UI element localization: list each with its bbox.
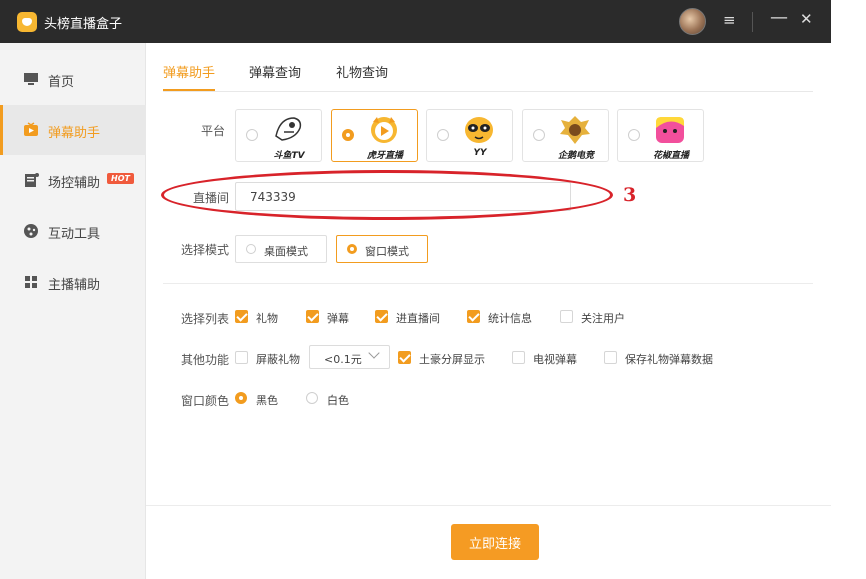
sidebar-item-field-control[interactable]: 场控辅助 HOT — [0, 155, 146, 205]
danmaku-checkbox[interactable] — [306, 310, 319, 323]
block-gift-label: 屏蔽礼物 — [256, 353, 300, 366]
platform-radio[interactable] — [437, 129, 449, 141]
platform-option-yy[interactable]: YY — [426, 109, 513, 162]
title-bar: 头榜直播盒子 ≡ — ✕ — [0, 0, 831, 43]
app-logo-icon — [17, 12, 37, 32]
app-title: 头榜直播盒子 — [44, 17, 123, 32]
mode-option-label: 窗口模式 — [365, 245, 409, 258]
minimize-icon[interactable]: — — [770, 7, 788, 28]
save-gift-data-checkbox[interactable] — [604, 351, 617, 364]
follow-user-option-label: 关注用户 — [581, 312, 625, 325]
list-select-label: 选择列表 — [181, 312, 230, 326]
sidebar-item-label: 弹幕助手 — [48, 126, 101, 141]
follow-user-checkbox[interactable] — [560, 310, 573, 323]
tab-danmaku-assistant[interactable]: 弹幕助手 — [163, 62, 216, 91]
mode-label: 选择模式 — [181, 243, 230, 257]
huajiao-logo-icon — [656, 117, 684, 143]
sidebar-item-home[interactable]: 首页 — [0, 54, 146, 104]
color-white-radio[interactable] — [306, 392, 318, 404]
menu-icon[interactable]: ≡ — [723, 11, 736, 29]
enter-room-option-label: 进直播间 — [396, 312, 440, 325]
platform-option-douyu[interactable]: 斗鱼TV — [235, 109, 322, 162]
chevron-down-icon — [368, 347, 380, 359]
sidebar-item-label: 互动工具 — [48, 227, 101, 242]
document-icon — [25, 173, 39, 187]
tv-danmaku-checkbox[interactable] — [512, 351, 525, 364]
statistics-checkbox[interactable] — [467, 310, 480, 323]
tab-danmaku-query[interactable]: 弹幕查询 — [249, 62, 301, 91]
tv-danmaku-label: 电视弹幕 — [533, 353, 577, 366]
platform-radio[interactable] — [628, 129, 640, 141]
tab-bar: 弹幕助手 弹幕查询 礼物查询 — [163, 43, 813, 92]
user-avatar[interactable] — [679, 8, 706, 35]
titlebar-divider — [752, 12, 753, 32]
monitor-icon — [24, 73, 38, 85]
annotation-ellipse — [161, 170, 613, 220]
mode-option-desktop[interactable]: 桌面模式 — [235, 235, 327, 263]
tv-play-icon — [24, 122, 38, 136]
sidebar-item-streamer-assist[interactable]: 主播辅助 — [0, 257, 146, 307]
split-screen-label: 土豪分屏显示 — [419, 353, 485, 366]
mode-option-window[interactable]: 窗口模式 — [336, 235, 428, 263]
yy-logo-icon — [465, 117, 493, 143]
platform-name: 花椒直播 — [652, 151, 689, 161]
gift-checkbox[interactable] — [235, 310, 248, 323]
platform-option-penguin[interactable]: 企鹅电竞 — [522, 109, 609, 162]
hot-badge: HOT — [107, 173, 134, 184]
platform-option-huya[interactable]: 虎牙直播 — [331, 109, 418, 162]
platform-option-huajiao[interactable]: 花椒直播 — [617, 109, 704, 162]
platform-name: 斗鱼TV — [273, 151, 305, 161]
color-black-label: 黑色 — [256, 394, 278, 407]
grid-icon — [25, 276, 37, 288]
platform-radio[interactable] — [342, 129, 354, 141]
mode-radio[interactable] — [347, 244, 357, 254]
enter-room-checkbox[interactable] — [375, 310, 388, 323]
section-divider — [163, 283, 813, 284]
platform-label: 平台 — [201, 124, 226, 138]
danmaku-option-label: 弹幕 — [327, 312, 349, 325]
close-icon[interactable]: ✕ — [800, 10, 813, 28]
huya-logo-icon — [371, 117, 397, 143]
block-gift-checkbox[interactable] — [235, 351, 248, 364]
statistics-option-label: 统计信息 — [488, 312, 532, 325]
gift-option-label: 礼物 — [256, 312, 278, 325]
sidebar: 首页 弹幕助手 场控辅助 HOT 互动工具 主播辅助 — [0, 43, 146, 579]
mode-option-label: 桌面模式 — [264, 245, 308, 258]
gift-threshold-select[interactable]: <0.1元 — [309, 345, 390, 369]
save-gift-data-label: 保存礼物弹幕数据 — [625, 353, 713, 366]
sidebar-item-interactive-tools[interactable]: 互动工具 — [0, 206, 146, 256]
mode-radio[interactable] — [246, 244, 256, 254]
platform-radio[interactable] — [246, 129, 258, 141]
split-screen-checkbox[interactable] — [398, 351, 411, 364]
window-color-label: 窗口颜色 — [181, 394, 230, 408]
platform-name: YY — [473, 148, 487, 158]
color-white-label: 白色 — [327, 394, 349, 407]
footer-divider — [146, 505, 831, 506]
color-black-radio[interactable] — [235, 392, 247, 404]
app-window: 头榜直播盒子 ≡ — ✕ 首页 弹幕助手 场控辅助 HOT 互动工具 主播辅助 — [0, 0, 831, 579]
platform-radio[interactable] — [533, 129, 545, 141]
annotation-number: 3 — [623, 184, 637, 206]
platform-name: 虎牙直播 — [366, 151, 403, 161]
sidebar-item-label: 场控辅助 — [48, 176, 101, 191]
shark-logo-icon — [275, 117, 302, 141]
palette-icon — [24, 224, 38, 238]
connect-button[interactable]: 立即连接 — [451, 524, 539, 560]
sidebar-item-danmaku-assistant[interactable]: 弹幕助手 — [0, 105, 146, 155]
platform-name: 企鹅电竞 — [557, 151, 594, 161]
threshold-value: <0.1元 — [324, 353, 362, 366]
penguin-logo-icon — [560, 116, 590, 144]
tab-gift-query[interactable]: 礼物查询 — [336, 62, 388, 91]
sidebar-item-label: 主播辅助 — [48, 278, 101, 293]
other-functions-label: 其他功能 — [181, 353, 230, 367]
sidebar-item-label: 首页 — [48, 75, 75, 90]
